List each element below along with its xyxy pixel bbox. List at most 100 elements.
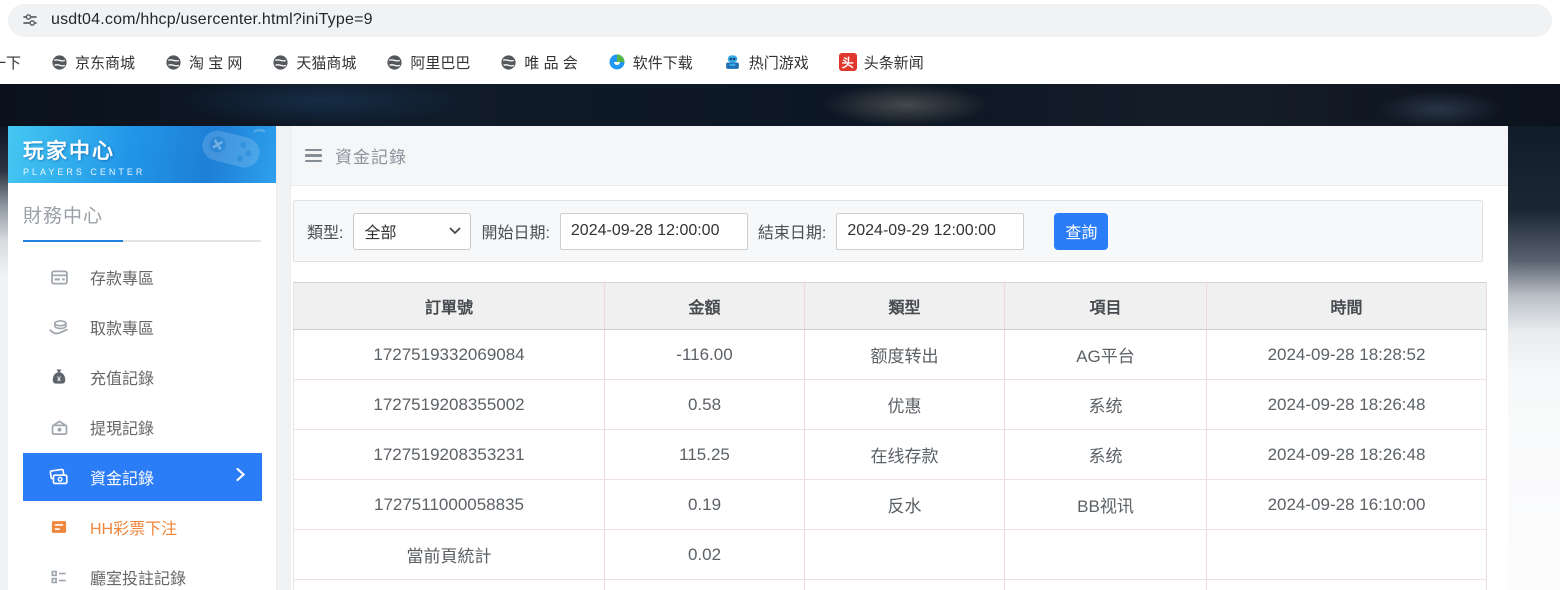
end-date-input[interactable]: 2024-09-29 12:00:00 [836, 213, 1024, 250]
cell-type: 在线存款 [805, 430, 1005, 480]
bookmark-label: 淘 宝 网 [189, 52, 242, 73]
cell-order-no: 1727519208355002 [294, 380, 605, 430]
bookmark-label: 唯 品 会 [524, 52, 577, 73]
sidebar-item-withdraw-zone[interactable]: 取款專區 [8, 302, 276, 352]
cell-type [805, 530, 1005, 580]
globe-icon [500, 54, 517, 71]
col-time: 時間 [1207, 283, 1487, 330]
address-bar[interactable]: usdt04.com/hhcp/usercenter.html?iniType=… [8, 4, 1552, 37]
cell-amount: -116.00 [605, 330, 805, 380]
cell-type: 优惠 [805, 380, 1005, 430]
cell-project: 系统 [1005, 430, 1207, 480]
background-fade-right [1508, 126, 1560, 590]
bookmark-item[interactable]: 头 头条新闻 [839, 52, 924, 73]
bookmark-label: 一下 [0, 52, 21, 73]
cell-type: 反水 [805, 480, 1005, 530]
globe-icon [386, 54, 403, 71]
sidebar-item-withdrawal-record[interactable]: 提現記錄 [8, 402, 276, 452]
cell-project: BB视讯 [1005, 480, 1207, 530]
cell-order-no: 1727519208353231 [294, 430, 605, 480]
wallet-icon [48, 417, 70, 438]
main-header: 資金記錄 [291, 126, 1508, 186]
bookmark-label: 热门游戏 [749, 52, 809, 73]
end-date-label: 結束日期: [758, 219, 826, 243]
bookmark-label: 天猫商城 [296, 52, 356, 73]
sidebar-item-label: 廳室投註記錄 [90, 565, 186, 589]
funds-record-table: 訂單號 金額 類型 項目 時間 1727519332069084 -116.00… [293, 282, 1487, 590]
cell-amount: 0.58 [605, 380, 805, 430]
filter-bar: 類型: 全部 開始日期: 2024-09-28 12:00:00 結束日期: 2… [293, 200, 1483, 262]
site-info-icon[interactable] [21, 11, 39, 29]
type-select[interactable]: 全部 [353, 213, 471, 250]
players-center-header: 玩家中心 PLAYERS CENTER [8, 126, 276, 183]
cell-amount: 115.25 [605, 430, 805, 480]
gamepad-icon [184, 128, 270, 183]
table-summary-row: 當前頁統計 0.02 [294, 530, 1487, 580]
bookmark-item[interactable]: 软件下载 [608, 52, 693, 73]
sidebar-item-label: 充值記錄 [90, 365, 154, 389]
table-row: 1727519208353231 115.25 在线存款 系统 2024-09-… [294, 430, 1487, 480]
table-row: 1727519208355002 0.58 优惠 系统 2024-09-28 1… [294, 380, 1487, 430]
cell-time: 2024-09-28 18:26:48 [1207, 380, 1487, 430]
page-banner-background [0, 84, 1560, 126]
ticket-list-icon [48, 517, 70, 537]
bookmark-item[interactable]: 京东商城 [51, 52, 135, 73]
chevron-right-icon [235, 467, 246, 487]
banknotes-icon [48, 466, 70, 488]
bookmark-item[interactable]: 阿里巴巴 [386, 52, 470, 73]
sidebar-item-label: 存款專區 [90, 265, 154, 289]
col-order-no: 訂單號 [294, 283, 605, 330]
bookmark-label: 阿里巴巴 [410, 52, 470, 73]
bookmark-item[interactable]: 淘 宝 网 [165, 52, 242, 73]
menu-toggle-icon[interactable] [305, 149, 322, 163]
bookmark-label: 头条新闻 [864, 52, 924, 73]
deposit-icon [48, 267, 70, 288]
cell-amount: 0.19 [605, 480, 805, 530]
cell-time: 2024-09-28 18:28:52 [1207, 330, 1487, 380]
toutiao-icon: 头 [839, 53, 857, 71]
query-button[interactable]: 查詢 [1054, 213, 1108, 250]
col-type: 類型 [805, 283, 1005, 330]
sidebar-item-label: HH彩票下注 [90, 515, 177, 539]
start-date-input[interactable]: 2024-09-28 12:00:00 [560, 213, 748, 250]
table-row-partial [294, 580, 1487, 590]
cell-project: 系统 [1005, 380, 1207, 430]
sidebar-item-funds-record[interactable]: 資金記錄 [23, 453, 262, 501]
section-divider [23, 240, 261, 242]
bookmark-item[interactable]: 天猫商城 [272, 52, 356, 73]
hand-money-icon [48, 316, 70, 338]
cell-time [1207, 530, 1487, 580]
bookmark-item[interactable]: 唯 品 会 [500, 52, 577, 73]
sidebar-item-label: 取款專區 [90, 315, 154, 339]
cell-summary-amount: 0.02 [605, 530, 805, 580]
cell-project [1005, 530, 1207, 580]
cell-order-no: 1727511000058835 [294, 480, 605, 530]
sidebar-item-label: 資金記錄 [90, 465, 154, 489]
sidebar-item-hh-lottery-bet[interactable]: HH彩票下注 [8, 502, 276, 552]
svg-text:¥: ¥ [57, 376, 61, 383]
table-row: 1727519332069084 -116.00 额度转出 AG平台 2024-… [294, 330, 1487, 380]
software-download-icon [608, 53, 626, 71]
bookmark-label: 京东商城 [75, 52, 135, 73]
cell-time: 2024-09-28 16:10:00 [1207, 480, 1487, 530]
col-amount: 金額 [605, 283, 805, 330]
bookmark-label: 软件下载 [633, 52, 693, 73]
cell-order-no: 1727519332069084 [294, 330, 605, 380]
background-fade-left [0, 126, 8, 356]
cell-time: 2024-09-28 18:26:48 [1207, 430, 1487, 480]
sidebar-item-deposit-zone[interactable]: 存款專區 [8, 252, 276, 302]
bookmark-item[interactable]: 热门游戏 [723, 52, 809, 73]
sidebar-item-hall-bet-record[interactable]: 廳室投註記錄 [8, 552, 276, 590]
list-detail-icon [48, 567, 70, 587]
sidebar: 玩家中心 PLAYERS CENTER [8, 126, 277, 590]
sidebar-item-label: 提現記錄 [90, 415, 154, 439]
sidebar-item-recharge-record[interactable]: ¥ 充值記錄 [8, 352, 276, 402]
cell-type: 额度转出 [805, 330, 1005, 380]
money-bag-icon: ¥ [48, 367, 70, 387]
page-title: 資金記錄 [335, 143, 407, 168]
type-select-value: 全部 [364, 219, 396, 243]
game-robot-icon [723, 53, 742, 72]
bookmark-item[interactable]: 一下 [0, 52, 21, 73]
url-text[interactable]: usdt04.com/hhcp/usercenter.html?iniType=… [51, 11, 373, 29]
type-filter-label: 類型: [307, 219, 343, 243]
